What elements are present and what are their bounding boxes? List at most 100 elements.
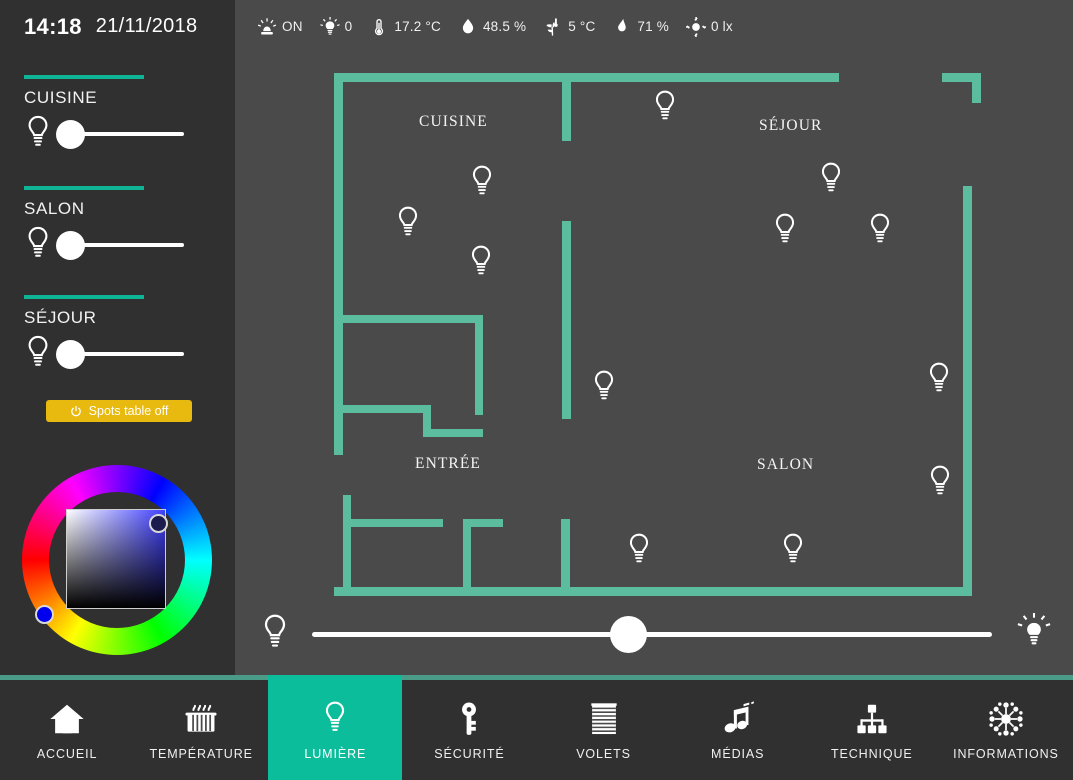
light-cuisine-left-icon[interactable]	[394, 205, 422, 243]
dimmer-slider[interactable]	[56, 225, 186, 265]
spots-button-label: Spots table off	[88, 404, 169, 418]
info-hub-icon	[989, 702, 1023, 736]
light-salon-2-icon[interactable]	[925, 361, 953, 399]
network-icon	[857, 704, 887, 734]
status-indoor-humidity-value: 48.5 %	[482, 19, 527, 34]
sidebar-room-label: SÉJOUR	[24, 308, 97, 327]
bulb-icon	[28, 226, 48, 257]
home-icon	[50, 704, 84, 734]
key-icon	[462, 702, 477, 735]
sidebar: CUISINE SALON SÉJOUR Spots table off	[0, 53, 235, 675]
thermometer-icon	[375, 18, 384, 35]
smart-home-light-panel: 14:18 21/11/2018 ON 0 17.2 °C 48.5 % 5 °…	[0, 0, 1073, 780]
light-sejour-top-icon[interactable]	[651, 89, 679, 127]
status-outdoor-temp: 5 °C	[543, 16, 595, 38]
nav-item-securite[interactable]: SÉCURITÉ	[402, 675, 536, 780]
status-lux-value: 0 lx	[710, 19, 733, 34]
room-label-entree: ENTRÉE	[415, 455, 482, 472]
shutter-icon	[590, 703, 617, 735]
plant-thermometer-icon	[546, 17, 558, 36]
slider-knob[interactable]	[610, 616, 647, 653]
status-lights: 0	[319, 16, 353, 38]
global-brightness-slider[interactable]	[235, 598, 1073, 675]
light-sejour-1-icon[interactable]	[817, 161, 845, 199]
nav-item-volets[interactable]: VOLETS	[537, 675, 671, 780]
dimmer-slider[interactable]	[56, 334, 186, 374]
clock-area: 14:18 21/11/2018	[0, 0, 235, 53]
bulb-bright-icon	[1017, 613, 1051, 645]
dimmer-row	[24, 334, 214, 374]
nav-item-temperature[interactable]: TEMPÉRATURE	[134, 675, 268, 780]
slider-knob[interactable]	[56, 340, 85, 369]
hsv-color-picker[interactable]	[22, 465, 212, 655]
dimmer-row	[24, 114, 214, 154]
nav-label: INFORMATIONS	[953, 747, 1059, 761]
sidebar-room-cuisine: CUISINE	[24, 75, 214, 154]
nav-item-lumiere[interactable]: LUMIÈRE	[268, 675, 403, 780]
outdoor-humidity-icon	[618, 18, 627, 31]
status-indoor-temp-value: 17.2 °C	[394, 19, 441, 34]
light-sejour-2-icon[interactable]	[771, 212, 799, 250]
dimmer-slider[interactable]	[56, 114, 186, 154]
accent-bar	[24, 75, 144, 79]
bulb-dim-icon	[264, 614, 286, 647]
bottom-navigation: ACCUEIL TEMPÉRATURE LUMIÈRE SÉCURITÉ VOL…	[0, 675, 1073, 780]
floorplan: CUISINE SÉJOUR ENTRÉE SALON	[235, 53, 1073, 598]
nav-label: TEMPÉRATURE	[149, 747, 253, 761]
bulb-icon	[28, 335, 48, 366]
status-lights-value: 0	[344, 19, 353, 34]
radiator-icon	[185, 704, 217, 732]
spots-table-off-button[interactable]: Spots table off	[46, 400, 192, 422]
music-note-icon	[724, 701, 754, 733]
accent-bar	[24, 186, 144, 190]
status-alarm: ON	[257, 16, 303, 38]
clock-date: 21/11/2018	[95, 15, 198, 37]
room-label-sejour: SÉJOUR	[759, 117, 823, 134]
status-alarm-value: ON	[282, 19, 303, 34]
nav-item-medias[interactable]: MÉDIAS	[671, 675, 805, 780]
main-content: CUISINE SÉJOUR ENTRÉE SALON	[235, 53, 1073, 675]
clock-time: 14:18	[24, 13, 82, 39]
light-entree-2-icon[interactable]	[779, 532, 807, 570]
light-cuisine-center-icon[interactable]	[468, 164, 496, 202]
sidebar-room-sejour: SÉJOUR	[24, 295, 214, 374]
nav-label: TECHNIQUE	[830, 747, 913, 761]
status-lux: 0 lx	[685, 16, 733, 38]
room-label-cuisine: CUISINE	[419, 113, 488, 130]
light-sejour-3-icon[interactable]	[866, 212, 894, 250]
power-icon	[70, 405, 81, 416]
nav-item-technique[interactable]: TECHNIQUE	[805, 675, 939, 780]
accent-bar	[24, 295, 144, 299]
slider-track[interactable]	[312, 632, 992, 637]
room-label-salon: SALON	[757, 456, 815, 473]
humidity-drop-icon	[462, 18, 474, 33]
slider-track[interactable]	[80, 243, 184, 247]
nav-item-informations[interactable]: INFORMATIONS	[939, 675, 1073, 780]
header-bar: 14:18 21/11/2018 ON 0 17.2 °C 48.5 % 5 °…	[0, 0, 1073, 53]
floorplan-walls	[334, 73, 981, 596]
light-salon-1-icon[interactable]	[590, 369, 618, 407]
sidebar-room-salon: SALON	[24, 186, 214, 265]
light-salon-3-icon[interactable]	[926, 464, 954, 502]
slider-track[interactable]	[80, 132, 184, 136]
status-bar: ON 0 17.2 °C 48.5 % 5 °C 71 % 0 lx	[235, 0, 1073, 53]
slider-knob[interactable]	[56, 231, 85, 260]
slider-track[interactable]	[80, 352, 184, 356]
hue-handle[interactable]	[35, 605, 54, 624]
dimmer-row	[24, 225, 214, 265]
light-cuisine-bottom-icon[interactable]	[467, 244, 495, 282]
status-indoor-temp: 17.2 °C	[369, 16, 441, 38]
bulb-icon	[28, 115, 48, 146]
sidebar-room-label: CUISINE	[24, 88, 98, 107]
sidebar-room-label: SALON	[24, 199, 85, 218]
nav-item-accueil[interactable]: ACCUEIL	[0, 675, 134, 780]
status-outdoor-humidity-value: 71 %	[637, 19, 669, 34]
status-indoor-humidity: 48.5 %	[458, 16, 526, 38]
bulb-icon	[326, 701, 345, 731]
sv-handle[interactable]	[149, 514, 168, 533]
sun-brightness-icon	[685, 16, 706, 37]
status-outdoor-temp-value: 5 °C	[568, 19, 596, 34]
light-entree-1-icon[interactable]	[625, 532, 653, 570]
nav-label: SÉCURITÉ	[434, 747, 505, 761]
slider-knob[interactable]	[56, 120, 85, 149]
